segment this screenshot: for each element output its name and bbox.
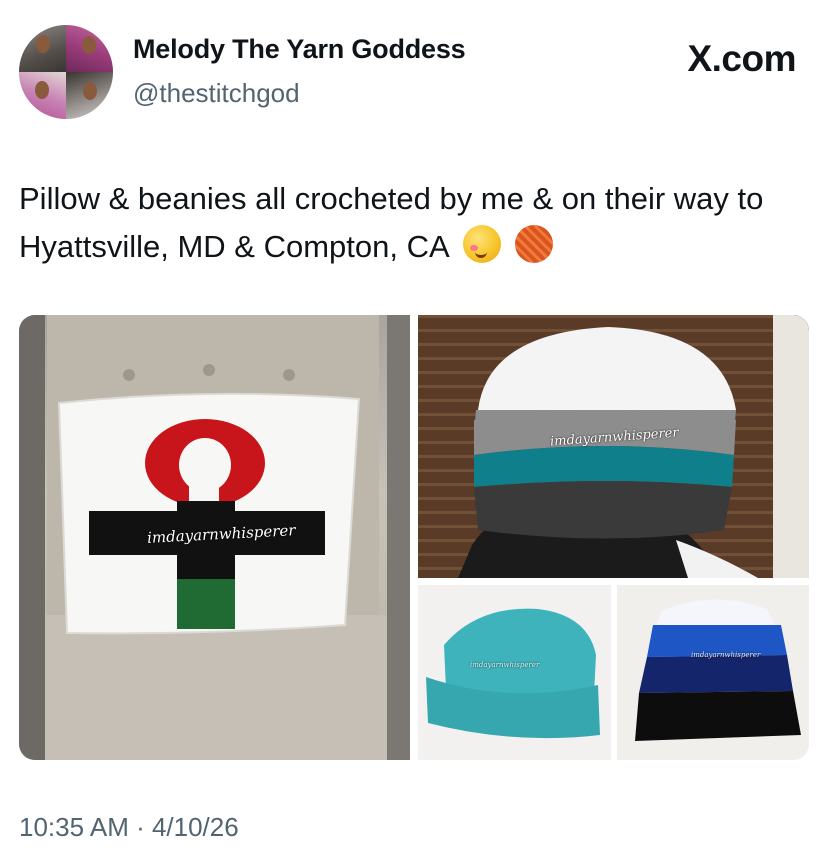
timestamp[interactable]: 10:35 AM · 4/10/26 [19, 812, 239, 843]
pillow-photo[interactable]: imdayarnwhisperer [19, 315, 410, 760]
brand-label: X.com [687, 38, 796, 79]
tweet-text: Pillow & beanies all crocheted by me & o… [19, 181, 764, 264]
watermark: imdayarnwhisperer [691, 651, 761, 659]
author-name[interactable]: Melody The Yarn Goddess [133, 34, 466, 65]
author-handle[interactable]: @thestitchgod [133, 78, 300, 109]
striped-hat-photo[interactable]: imdayarnwhisperer [418, 315, 809, 578]
author-avatar[interactable] [19, 25, 113, 119]
watermark: imdayarnwhisperer [470, 661, 540, 669]
aqua-beanie-photo[interactable]: imdayarnwhisperer [418, 585, 611, 760]
blue-beanie-photo[interactable]: imdayarnwhisperer [617, 585, 809, 760]
media-grid: imdayarnwhisperer imdayarnwhisperer imda… [19, 315, 809, 760]
ball-of-yarn-icon [515, 225, 554, 263]
tweet-text-container: Pillow & beanies all crocheted by me & o… [19, 175, 809, 271]
smiling-face-with-hearts-icon [462, 225, 501, 263]
